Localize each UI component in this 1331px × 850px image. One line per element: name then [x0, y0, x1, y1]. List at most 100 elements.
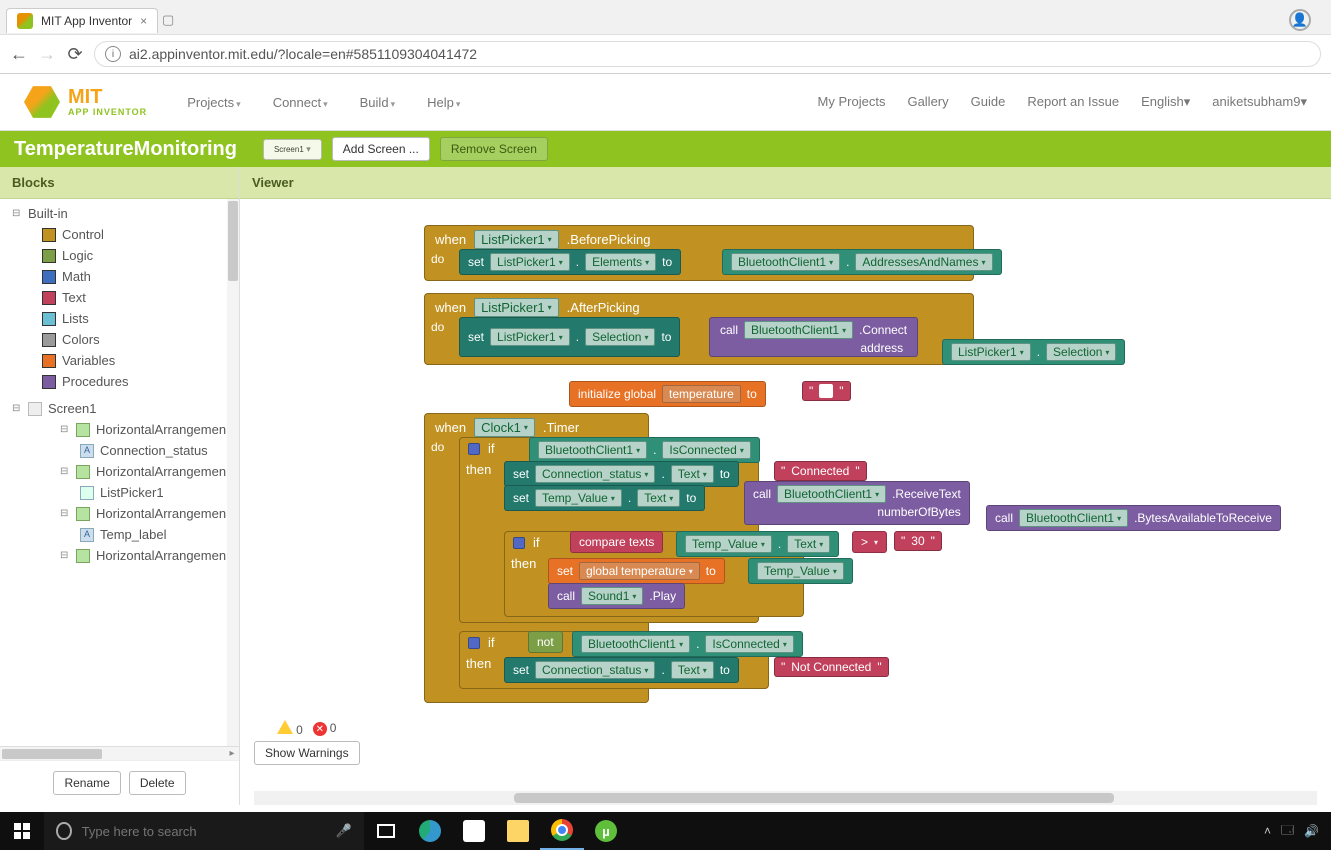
- sidebar-scrollbar-h[interactable]: ◂▸: [0, 746, 239, 760]
- url-field[interactable]: i ai2.appinventor.mit.edu/?locale=en#585…: [94, 41, 1321, 67]
- get-selection[interactable]: ListPicker1▾.Selection▾: [942, 339, 1125, 365]
- store-button[interactable]: [452, 812, 496, 850]
- logo[interactable]: MIT APP INVENTOR: [24, 84, 147, 120]
- edge-button[interactable]: [408, 812, 452, 850]
- back-button[interactable]: ←: [10, 44, 28, 65]
- top-menu-right: My Projects Gallery Guide Report an Issu…: [818, 94, 1307, 110]
- new-tab-button[interactable]: ▢: [158, 12, 178, 28]
- remove-screen-button[interactable]: Remove Screen: [440, 137, 548, 161]
- viewer-scrollbar-h[interactable]: [254, 791, 1317, 805]
- mic-icon[interactable]: 🎤: [336, 823, 352, 839]
- rename-button[interactable]: Rename: [53, 771, 120, 795]
- menu-language[interactable]: English▾: [1141, 94, 1190, 110]
- tree-ha2[interactable]: ⊟HorizontalArrangemen: [8, 461, 239, 482]
- blocks-sidebar: Blocks ⊟Built-in Control Logic Math Text…: [0, 167, 240, 805]
- close-tab-icon[interactable]: ×: [140, 14, 147, 28]
- site-info-icon[interactable]: i: [105, 46, 121, 62]
- tree-logic[interactable]: Logic: [8, 245, 239, 266]
- bt-isconnected-1[interactable]: BluetoothClient1▾.IsConnected▾: [529, 437, 760, 463]
- set-selection[interactable]: setListPicker1▾.Selection▾to: [459, 317, 680, 357]
- call-bt-connect[interactable]: callBluetoothClient1▾.Connect address: [709, 317, 918, 357]
- tree-conn-status[interactable]: AConnection_status: [8, 440, 239, 461]
- sidebar-scrollbar-v[interactable]: [227, 199, 239, 746]
- taskbar-search[interactable]: 🎤: [44, 812, 364, 850]
- tree-ha4[interactable]: ⊟HorizontalArrangemen: [8, 545, 239, 566]
- store-icon: [463, 820, 485, 842]
- delete-button[interactable]: Delete: [129, 771, 186, 795]
- url-text: ai2.appinventor.mit.edu/?locale=en#58511…: [129, 46, 477, 62]
- tree-text[interactable]: Text: [8, 287, 239, 308]
- tray-chevron-icon[interactable]: ˄: [1264, 824, 1271, 838]
- tree-lists[interactable]: Lists: [8, 308, 239, 329]
- set-tempvalue-text[interactable]: setTemp_Value▾.Text▾to: [504, 485, 705, 511]
- menu-connect[interactable]: Connect▾: [273, 95, 328, 110]
- explorer-button[interactable]: [496, 812, 540, 850]
- forward-button[interactable]: →: [38, 44, 56, 65]
- tree-variables[interactable]: Variables: [8, 350, 239, 371]
- gear-icon[interactable]: [513, 537, 525, 549]
- menu-my-projects[interactable]: My Projects: [818, 94, 886, 110]
- get-tempvalue[interactable]: Temp_Value▾: [748, 558, 853, 584]
- tray-battery-icon[interactable]: 🗔: [1281, 821, 1294, 842]
- bt-isconnected-2[interactable]: BluetoothClient1▾.IsConnected▾: [572, 631, 803, 657]
- tree-colors[interactable]: Colors: [8, 329, 239, 350]
- browser-profile-icon[interactable]: 👤: [1289, 9, 1311, 31]
- blocks-tree[interactable]: ⊟Built-in Control Logic Math Text Lists …: [0, 199, 239, 746]
- reload-button[interactable]: ⟳: [66, 44, 84, 65]
- tree-screen1[interactable]: ⊟Screen1: [8, 398, 239, 419]
- logo-mark-icon: [24, 84, 60, 120]
- set-conn-connected[interactable]: setConnection_status▾.Text▾to: [504, 461, 739, 487]
- project-title: TemperatureMonitoring: [14, 138, 237, 161]
- tree-math[interactable]: Math: [8, 266, 239, 287]
- browser-tab[interactable]: MIT App Inventor ×: [6, 8, 158, 33]
- tree-builtin[interactable]: ⊟Built-in: [8, 203, 239, 224]
- start-button[interactable]: [0, 812, 44, 850]
- text-30[interactable]: "30": [894, 531, 942, 551]
- text-connected[interactable]: "Connected": [774, 461, 867, 481]
- system-tray[interactable]: ˄ 🗔 🔊: [1264, 821, 1331, 842]
- menu-gallery[interactable]: Gallery: [907, 94, 948, 110]
- add-screen-button[interactable]: Add Screen ...: [332, 137, 430, 161]
- compare-op[interactable]: >▾: [852, 531, 887, 553]
- tab-title: MIT App Inventor: [41, 14, 132, 28]
- gear-icon[interactable]: [468, 637, 480, 649]
- menu-help[interactable]: Help▾: [427, 95, 460, 110]
- not-block[interactable]: not: [528, 631, 563, 653]
- text-not-connected[interactable]: "Not Connected": [774, 657, 889, 677]
- menu-projects[interactable]: Projects▾: [187, 95, 241, 110]
- chrome-button[interactable]: [540, 812, 584, 850]
- menu-user[interactable]: aniketsubham9▾: [1212, 94, 1307, 110]
- tree-procedures[interactable]: Procedures: [8, 371, 239, 392]
- task-view-icon: [377, 824, 395, 838]
- call-sound-play[interactable]: callSound1▾.Play: [548, 583, 685, 609]
- set-global-temperature[interactable]: setglobal temperature▾to: [548, 558, 725, 584]
- tray-volume-icon[interactable]: 🔊: [1304, 824, 1319, 838]
- menu-build[interactable]: Build▾: [360, 95, 395, 110]
- set-elements[interactable]: setListPicker1▾.Elements▾to: [459, 249, 681, 275]
- tree-temp-label[interactable]: ATemp_label: [8, 524, 239, 545]
- task-view-button[interactable]: [364, 812, 408, 850]
- get-addresses-names[interactable]: BluetoothClient1▾.AddressesAndNames▾: [722, 249, 1002, 275]
- set-conn-notconnected[interactable]: setConnection_status▾.Text▾to: [504, 657, 739, 683]
- menu-report[interactable]: Report an Issue: [1027, 94, 1119, 110]
- utorrent-button[interactable]: µ: [584, 812, 628, 850]
- tree-control[interactable]: Control: [8, 224, 239, 245]
- call-receivetext[interactable]: callBluetoothClient1▾.ReceiveText number…: [744, 481, 970, 525]
- project-bar: TemperatureMonitoring Screen1 Add Screen…: [0, 131, 1331, 167]
- init-global-temperature[interactable]: initialize globaltemperatureto: [569, 381, 766, 407]
- screen-dropdown[interactable]: Screen1: [263, 139, 322, 160]
- blocks-canvas[interactable]: whenListPicker1▾.BeforePicking do setLis…: [240, 199, 1331, 791]
- taskbar-search-input[interactable]: [80, 823, 328, 840]
- text-empty[interactable]: "": [802, 381, 851, 401]
- viewer-panel-title: Viewer: [240, 167, 1331, 199]
- call-bytes-available[interactable]: callBluetoothClient1▾.BytesAvailableToRe…: [986, 505, 1281, 531]
- menu-guide[interactable]: Guide: [971, 94, 1006, 110]
- tree-ha3[interactable]: ⊟HorizontalArrangemen: [8, 503, 239, 524]
- gear-icon[interactable]: [468, 443, 480, 455]
- tree-listpicker1[interactable]: ListPicker1: [8, 482, 239, 503]
- compare-texts[interactable]: compare texts: [570, 531, 663, 553]
- show-warnings-button[interactable]: Show Warnings: [254, 741, 360, 765]
- get-tempvalue-text[interactable]: Temp_Value▾.Text▾: [676, 531, 839, 557]
- warnings-widget: 0 ✕0 Show Warnings: [254, 720, 360, 765]
- tree-ha1[interactable]: ⊟HorizontalArrangemen: [8, 419, 239, 440]
